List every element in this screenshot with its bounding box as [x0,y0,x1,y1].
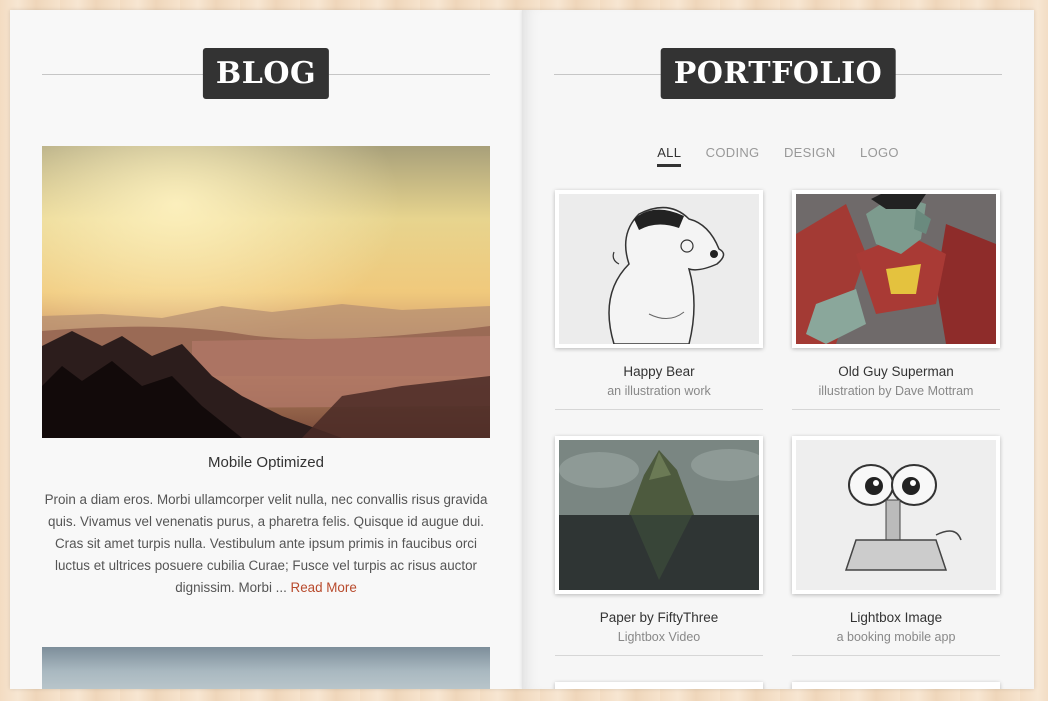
robot-illustration [796,440,996,590]
portfolio-item-subtitle: Lightbox Video [617,630,701,644]
thumbnail[interactable] [555,190,763,348]
blog-heading: BLOG [202,48,330,99]
portfolio-item-partial[interactable] [792,682,1000,689]
portfolio-item-subtitle: a booking mobile app [836,630,956,644]
post-title[interactable]: Mobile Optimized [42,454,490,471]
post-image-2[interactable] [42,647,490,689]
divider [792,409,1000,410]
portfolio-filters: ALL CODING DESIGN LOGO [522,144,1034,167]
portfolio-item[interactable]: Paper by FiftyThree Lightbox Video [555,436,763,656]
read-more-link[interactable]: Read More [291,580,357,595]
iceberg-illustration [559,440,759,590]
portfolio-heading: PORTFOLIO [660,48,896,99]
portfolio-panel: PORTFOLIO ALL CODING DESIGN LOGO Happy B… [522,10,1034,689]
portfolio-item[interactable]: Old Guy Superman illustration by Dave Mo… [792,190,1000,410]
blog-panel: BLOG Mobile Optimized Proin a diam eros.… [10,10,522,689]
portfolio-item-title[interactable]: Old Guy Superman [792,364,1000,379]
superman-illustration [796,194,996,344]
filter-logo[interactable]: LOGO [860,145,899,164]
post-excerpt: Proin a diam eros. Morbi ullamcorper vel… [42,489,490,599]
portfolio-item[interactable]: Lightbox Image a booking mobile app [792,436,1000,656]
bear-illustration [559,194,759,344]
divider [792,655,1000,656]
portfolio-item-subtitle: an illustration work [607,384,711,398]
portfolio-item-title[interactable]: Paper by FiftyThree [555,610,763,625]
thumbnail[interactable] [555,436,763,594]
filter-design[interactable]: DESIGN [784,145,836,164]
divider [555,409,763,410]
post-excerpt-text: Proin a diam eros. Morbi ullamcorper vel… [44,492,488,595]
divider [555,655,763,656]
post-image[interactable] [42,146,490,438]
portfolio-item-title[interactable]: Happy Bear [555,364,763,379]
filter-all[interactable]: ALL [657,145,682,167]
portfolio-item-partial[interactable] [555,682,763,689]
thumbnail[interactable] [792,436,1000,594]
portfolio-item-subtitle: illustration by Dave Mottram [818,384,974,398]
portfolio-item[interactable]: Happy Bear an illustration work [555,190,763,410]
thumbnail[interactable] [792,190,1000,348]
portfolio-header: PORTFOLIO [554,48,1002,100]
filter-coding[interactable]: CODING [706,145,760,164]
portfolio-item-title[interactable]: Lightbox Image [792,610,1000,625]
blog-header: BLOG [42,48,490,100]
